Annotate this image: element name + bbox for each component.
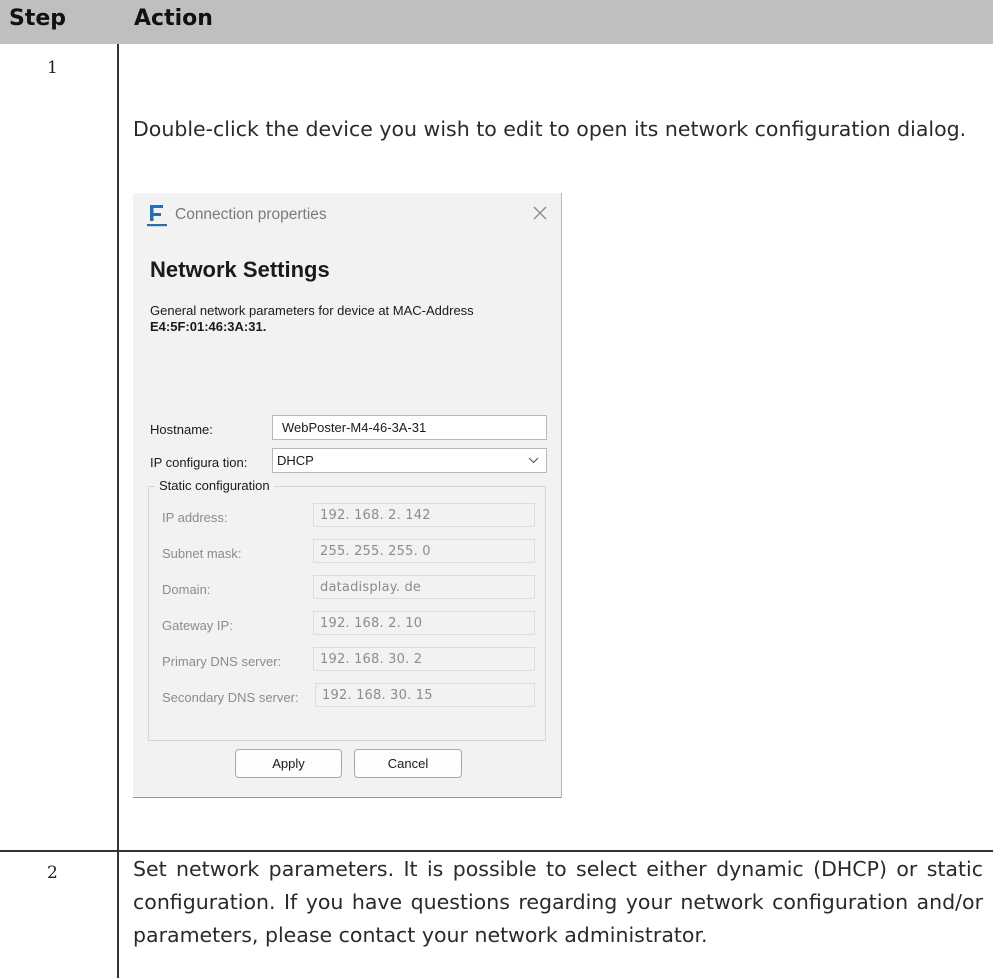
mac-address: E4:5F:01:46:3A:31 [150, 319, 263, 334]
hostname-label: Hostname: [150, 422, 213, 437]
ip-configuration-select[interactable]: DHCP [272, 448, 547, 473]
column-header-step: Step [9, 6, 67, 31]
dialog-description: General network parameters for device at… [150, 303, 550, 335]
gateway-ip-label: Gateway IP: [162, 618, 233, 633]
step-2-text: Set network parameters. It is possible t… [133, 857, 983, 947]
subnet-mask-field: 255. 255. 255. 0 [313, 539, 535, 563]
subnet-mask-label: Subnet mask: [162, 546, 242, 561]
primary-dns-label: Primary DNS server: [162, 654, 282, 669]
dialog-heading: Network Settings [150, 257, 330, 282]
static-configuration-title: Static configuration [155, 478, 274, 493]
app-logo-icon [147, 205, 167, 227]
step-number-1: 1 [47, 58, 58, 78]
secondary-dns-field: 192. 168. 30. 15 [315, 683, 535, 707]
domain-label: Domain: [162, 582, 211, 597]
step-1-text: Double-click the device you wish to edit… [133, 117, 967, 141]
dialog-window-title: Connection properties [175, 206, 327, 223]
row-separator [0, 850, 993, 852]
close-icon[interactable] [529, 202, 551, 224]
apply-button[interactable]: Apply [235, 749, 342, 778]
ip-address-label: IP address: [162, 510, 228, 525]
gateway-ip-field: 192. 168. 2. 10 [313, 611, 535, 635]
dialog-titlebar: Connection properties [133, 193, 561, 239]
connection-properties-dialog: Connection properties Network Settings G… [133, 193, 562, 798]
ip-configuration-label: IP configura tion: [150, 455, 248, 470]
cancel-button[interactable]: Cancel [354, 749, 462, 778]
chevron-down-icon [528, 457, 539, 464]
ip-configuration-value: DHCP [277, 453, 314, 468]
domain-field: datadisplay. de [313, 575, 535, 599]
ip-address-field: 192. 168. 2. 142 [313, 503, 535, 527]
column-separator [117, 44, 119, 978]
table-header-row: Step Action [0, 0, 993, 44]
description-text: General network parameters for device at… [150, 303, 474, 318]
mac-suffix: . [262, 319, 267, 334]
column-header-action: Action [134, 6, 213, 31]
hostname-input[interactable]: WebPoster-M4-46-3A-31 [272, 415, 547, 440]
step-number-2: 2 [47, 863, 58, 883]
primary-dns-field: 192. 168. 30. 2 [313, 647, 535, 671]
secondary-dns-label: Secondary DNS server: [162, 690, 299, 705]
